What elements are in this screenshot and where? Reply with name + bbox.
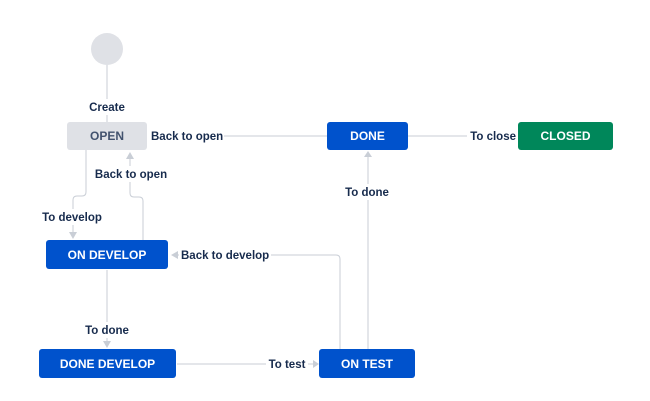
transition-to-done-from-develop-label[interactable]: To done bbox=[85, 325, 129, 337]
transition-to-develop-label[interactable]: To develop bbox=[42, 212, 102, 224]
status-on-develop[interactable]: ON DEVELOP bbox=[46, 240, 168, 269]
transition-back-to-develop-label[interactable]: Back to develop bbox=[181, 250, 269, 262]
edge-back-to-develop[interactable] bbox=[175, 254, 341, 350]
transition-create-label[interactable]: Create bbox=[89, 102, 125, 114]
transition-create[interactable]: Create bbox=[86, 99, 128, 115]
transition-to-done-from-test-label[interactable]: To done bbox=[345, 187, 389, 199]
transition-to-test[interactable]: To test bbox=[266, 356, 308, 372]
transition-to-test-label[interactable]: To test bbox=[269, 359, 306, 371]
transition-back-to-open-from-develop-label[interactable]: Back to open bbox=[95, 169, 167, 181]
transition-to-close-label[interactable]: To close bbox=[470, 131, 516, 143]
transition-back-to-open-from-done[interactable]: Back to open bbox=[148, 128, 224, 144]
status-done-develop[interactable]: DONE DEVELOP bbox=[39, 349, 176, 378]
transition-to-done-from-test[interactable]: To done bbox=[343, 184, 391, 200]
status-open[interactable]: OPEN bbox=[67, 122, 147, 150]
edge-back-to-open-from-develop-arrowhead bbox=[126, 152, 134, 159]
transition-back-to-open-from-develop[interactable]: Back to open bbox=[93, 166, 169, 182]
status-done-develop-label: DONE DEVELOP bbox=[60, 357, 155, 371]
status-on-test[interactable]: ON TEST bbox=[319, 349, 415, 378]
transition-back-to-develop[interactable]: Back to develop bbox=[179, 247, 271, 263]
status-done-label: DONE bbox=[350, 129, 385, 143]
transition-to-done-from-develop[interactable]: To done bbox=[83, 322, 131, 338]
edges bbox=[69, 64, 519, 368]
edge-to-done-from-develop-arrowhead bbox=[103, 341, 111, 348]
transition-to-close[interactable]: To close bbox=[467, 128, 518, 144]
transition-back-to-open-from-done-label[interactable]: Back to open bbox=[151, 131, 223, 143]
status-closed[interactable]: CLOSED bbox=[518, 122, 613, 150]
edge-to-done-from-test-arrowhead bbox=[364, 151, 372, 157]
transition-to-develop[interactable]: To develop bbox=[40, 209, 105, 225]
status-open-label: OPEN bbox=[90, 129, 124, 143]
status-done[interactable]: DONE bbox=[327, 122, 408, 150]
workflow-diagram: OPEN DONE CLOSED ON DEVELOP DONE DEVELOP… bbox=[39, 33, 613, 378]
start-node bbox=[91, 33, 123, 65]
edge-to-test-arrowhead bbox=[313, 360, 319, 368]
status-on-test-label: ON TEST bbox=[341, 357, 394, 371]
edge-to-develop-arrowhead bbox=[69, 232, 77, 239]
status-on-develop-label: ON DEVELOP bbox=[68, 248, 147, 262]
edge-back-to-develop-arrowhead bbox=[171, 251, 178, 259]
status-closed-label: CLOSED bbox=[540, 129, 590, 143]
